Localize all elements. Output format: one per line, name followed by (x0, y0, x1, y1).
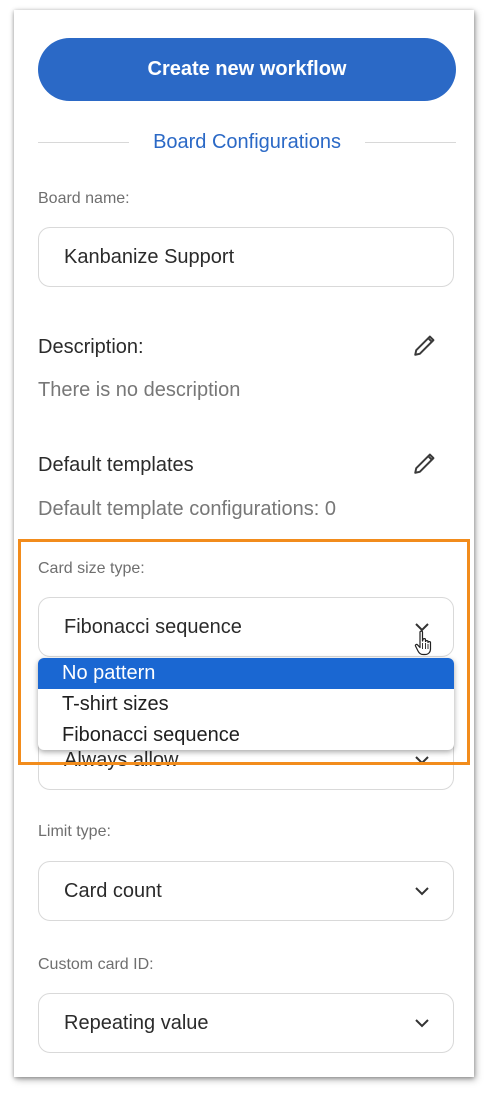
card-size-type-dropdown: No pattern T-shirt sizes Fibonacci seque… (38, 658, 454, 750)
divider-right (364, 141, 457, 143)
section-title: Board Configurations (153, 130, 341, 153)
limit-type-value: Card count (64, 879, 162, 902)
board-name-label: Board name: (38, 190, 130, 207)
dropdown-option[interactable]: Fibonacci sequence (38, 720, 454, 750)
limit-type-label: Limit type: (38, 823, 111, 840)
chevron-down-icon[interactable] (415, 1016, 429, 1030)
description-row: Description: (38, 332, 438, 363)
board-settings-panel: Create new workflow Board Configurations… (14, 10, 474, 1077)
pencil-icon[interactable] (412, 332, 438, 363)
board-name-value: Kanbanize Support (64, 245, 235, 268)
hand-pointer-icon (414, 630, 434, 656)
board-name-input[interactable]: Kanbanize Support (38, 227, 454, 287)
divider-left (38, 141, 130, 143)
card-size-type-select[interactable]: Fibonacci sequence (38, 597, 454, 657)
description-heading: Description: (38, 336, 144, 358)
default-templates-heading: Default templates (38, 454, 194, 476)
create-workflow-label: Create new workflow (147, 58, 347, 80)
chevron-down-icon[interactable] (415, 753, 429, 767)
card-size-type-value: Fibonacci sequence (64, 615, 242, 638)
create-workflow-button[interactable]: Create new workflow (38, 38, 456, 101)
description-text: There is no description (38, 379, 241, 401)
default-templates-text: Default template configurations: 0 (38, 498, 336, 520)
dropdown-option[interactable]: No pattern (38, 658, 454, 689)
card-size-type-label: Card size type: (38, 560, 145, 577)
chevron-down-icon[interactable] (415, 884, 429, 898)
custom-card-id-value: Repeating value (64, 1011, 209, 1034)
custom-card-id-select[interactable]: Repeating value (38, 993, 454, 1053)
default-templates-row: Default templates (38, 450, 438, 481)
section-header: Board Configurations (38, 126, 457, 158)
pencil-icon[interactable] (412, 450, 438, 481)
custom-card-id-label: Custom card ID: (38, 956, 154, 973)
hidden-setting-value: Always allow (64, 748, 179, 771)
limit-type-select[interactable]: Card count (38, 861, 454, 921)
dropdown-option[interactable]: T-shirt sizes (38, 689, 454, 720)
